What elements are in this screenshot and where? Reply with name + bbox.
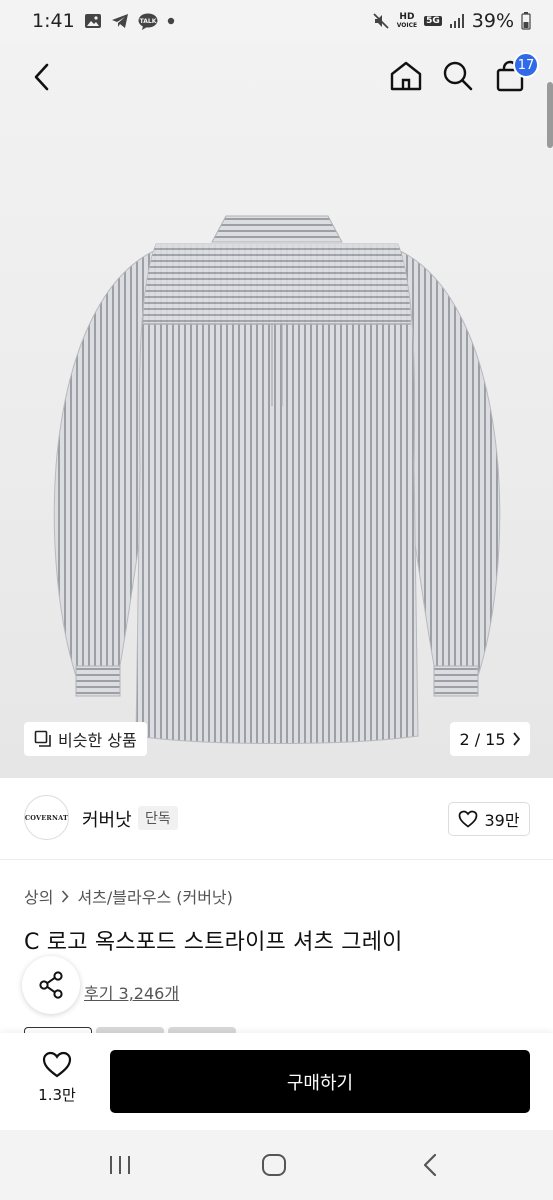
- status-bar: 1:41 TALK HD VOICE 5G 39%: [0, 0, 553, 42]
- buy-button[interactable]: 구매하기: [110, 1050, 530, 1113]
- gallery-page-indicator[interactable]: 2 / 15: [450, 722, 530, 756]
- battery-icon: [521, 12, 531, 30]
- page-indicator-text: 2 / 15: [459, 729, 506, 749]
- back-nav-button[interactable]: [410, 1148, 450, 1182]
- svg-text:TALK: TALK: [139, 18, 156, 25]
- similar-items-icon: [34, 730, 51, 747]
- cart-button[interactable]: 17: [490, 52, 539, 96]
- recent-apps-button[interactable]: [100, 1148, 140, 1182]
- breadcrumb-item[interactable]: 상의: [24, 884, 53, 908]
- chevron-left-icon: [34, 63, 49, 91]
- purchase-bar: 1.3만 구매하기: [0, 1033, 553, 1130]
- top-app-bar: 17: [0, 42, 553, 148]
- back-nav-icon: [423, 1153, 437, 1177]
- product-photo: [53, 215, 501, 744]
- share-button[interactable]: [22, 956, 80, 1014]
- hd-voice-icon: HD VOICE: [396, 11, 418, 29]
- mute-icon: [372, 12, 390, 30]
- search-icon: [443, 61, 473, 91]
- brand-like-button[interactable]: 39만: [448, 802, 530, 836]
- wishlist-button[interactable]: 1.3만: [24, 1051, 90, 1111]
- recent-apps-icon: [110, 1156, 130, 1174]
- review-count-link[interactable]: 후기 3,246개: [84, 980, 179, 1004]
- home-icon: [390, 61, 422, 91]
- product-image-gallery[interactable]: [0, 42, 553, 778]
- notification-dot-icon: [167, 17, 175, 25]
- similar-products-label: 비슷한 상품: [58, 731, 137, 750]
- cart-count-badge: 17: [513, 52, 539, 78]
- product-detail-screen: 1:41 TALK HD VOICE 5G 39% 17 비슷한 상품 2 / …: [0, 0, 553, 1200]
- similar-products-button[interactable]: 비슷한 상품: [24, 722, 147, 756]
- status-time: 1:41: [32, 10, 75, 32]
- exclusive-badge: 단독: [138, 806, 178, 830]
- brand-name[interactable]: 커버낫: [82, 806, 132, 832]
- telegram-icon: [111, 13, 129, 29]
- home-button[interactable]: [386, 56, 426, 96]
- home-nav-icon: [262, 1154, 286, 1176]
- signal-icon: [449, 13, 465, 29]
- wishlist-count: 1.3만: [38, 1086, 76, 1104]
- search-button[interactable]: [438, 56, 478, 96]
- share-icon: [39, 971, 63, 999]
- brand-like-count: 39만: [484, 811, 520, 830]
- back-button[interactable]: [22, 58, 60, 96]
- brand-row: COVERNAT 커버낫 단독 39만: [0, 778, 553, 860]
- breadcrumb-item[interactable]: 셔츠/블라우스 (커버낫): [77, 884, 232, 908]
- system-navigation-bar: [0, 1130, 553, 1200]
- heart-icon: [459, 810, 478, 828]
- heart-icon: [42, 1051, 72, 1078]
- gallery-icon: [84, 13, 102, 29]
- product-title: C 로고 옥스포드 스트라이프 셔츠 그레이: [24, 930, 403, 955]
- home-nav-button[interactable]: [254, 1148, 294, 1182]
- chevron-right-icon: [512, 732, 520, 746]
- kakaotalk-icon: TALK: [138, 13, 158, 30]
- 5g-icon: 5G: [424, 16, 442, 26]
- battery-percent: 39%: [471, 10, 514, 32]
- scrollbar[interactable]: [547, 82, 553, 148]
- breadcrumb: 상의 셔츠/블라우스 (커버낫): [24, 884, 233, 908]
- brand-logo[interactable]: COVERNAT: [24, 795, 69, 840]
- chevron-right-icon: [62, 889, 70, 903]
